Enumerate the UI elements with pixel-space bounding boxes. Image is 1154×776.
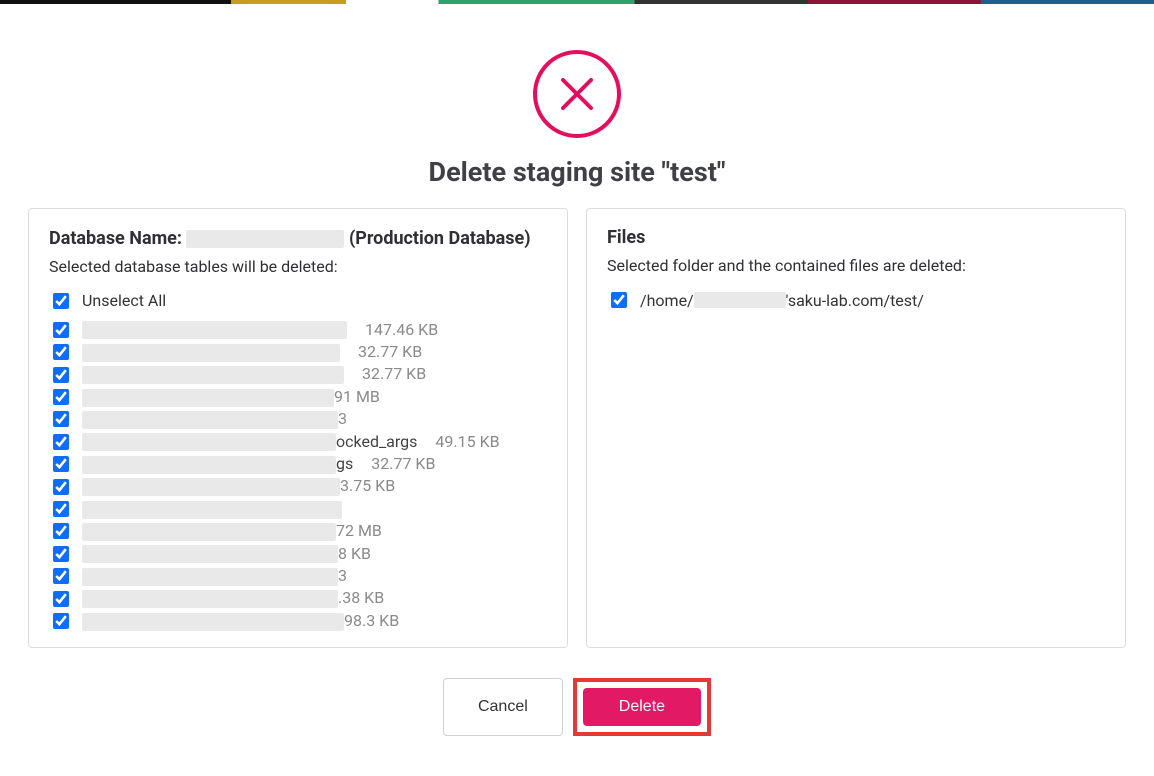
table-checkbox[interactable]: [53, 591, 69, 607]
table-row: 3: [49, 408, 547, 430]
dialog-actions: Cancel Delete: [28, 678, 1126, 736]
table-row: [49, 498, 547, 520]
table-checkbox[interactable]: [53, 411, 69, 427]
table-row: 8 KB: [49, 543, 547, 565]
table-row: 3.75 KB: [49, 475, 547, 497]
redacted-db-name: [186, 230, 344, 248]
table-name-visible-part: ocked_args: [336, 432, 417, 451]
table-checkbox[interactable]: [53, 546, 69, 562]
redacted-table-name: [82, 433, 336, 451]
table-checkbox[interactable]: [53, 322, 69, 338]
table-name: 3: [82, 408, 347, 430]
delete-button[interactable]: Delete: [583, 688, 701, 726]
database-sub-label: Selected database tables will be deleted…: [49, 257, 547, 276]
table-row: gs 32.77 KB: [49, 453, 547, 475]
database-panel[interactable]: Database Name: (Production Database) Sel…: [28, 208, 568, 648]
table-name: [82, 498, 342, 520]
table-name: [82, 341, 340, 363]
table-checkbox[interactable]: [53, 479, 69, 495]
redacted-table-name: [82, 411, 338, 429]
redacted-table-name: [82, 389, 334, 407]
table-size: 147.46 KB: [365, 319, 438, 341]
table-name: .38 KB: [82, 587, 384, 609]
table-row: 3: [49, 565, 547, 587]
redacted-table-name: [82, 568, 338, 586]
table-checkbox[interactable]: [53, 367, 69, 383]
files-title: Files: [607, 227, 1105, 248]
table-row: 98.3 KB: [49, 610, 547, 632]
redacted-table-name: [82, 523, 336, 541]
table-name: 98.3 KB: [82, 610, 399, 632]
unselect-all-label: Unselect All: [82, 290, 166, 312]
table-name: 3.75 KB: [82, 475, 395, 497]
table-name-visible-part: 91 MB: [334, 387, 380, 406]
table-checkbox[interactable]: [53, 501, 69, 517]
table-checkbox[interactable]: [53, 613, 69, 629]
file-path-suffix: 'saku-lab.com/test/: [786, 291, 924, 310]
delete-button-highlight: Delete: [573, 678, 711, 736]
redacted-table-name: [82, 366, 344, 384]
unselect-all-checkbox[interactable]: [53, 293, 69, 309]
delete-staging-dialog: Delete staging site "test" Database Name…: [0, 4, 1154, 776]
database-name-suffix: (Production Database): [349, 228, 531, 249]
table-name: 3: [82, 565, 347, 587]
redacted-table-name: [82, 344, 340, 362]
table-name: 8 KB: [82, 543, 371, 565]
files-panel: Files Selected folder and the contained …: [586, 208, 1126, 648]
file-row: /home/ 'saku-lab.com/test/: [607, 289, 1105, 311]
table-row: 91 MB: [49, 386, 547, 408]
redacted-table-name: [82, 545, 338, 563]
redacted-table-name: [82, 613, 344, 631]
table-name: [82, 319, 347, 341]
dialog-title: Delete staging site "test": [28, 156, 1126, 188]
table-name-visible-part: 3: [338, 566, 347, 585]
table-checkbox[interactable]: [53, 568, 69, 584]
table-row: 32.77 KB: [49, 341, 547, 363]
table-name-visible-part: .38 KB: [338, 588, 384, 607]
table-checkbox[interactable]: [53, 344, 69, 360]
table-size: 32.77 KB: [362, 363, 426, 385]
table-checkbox[interactable]: [53, 456, 69, 472]
table-name: 72 MB: [82, 520, 382, 542]
table-row: 72 MB: [49, 520, 547, 542]
redacted-path-segment: [694, 292, 786, 308]
table-size: 49.15 KB: [435, 431, 499, 453]
error-icon-wrap: [28, 50, 1126, 138]
table-checkbox[interactable]: [53, 389, 69, 405]
table-name-visible-part: 98.3 KB: [344, 611, 399, 630]
file-path: /home/ 'saku-lab.com/test/: [640, 291, 924, 310]
table-row: 32.77 KB: [49, 363, 547, 385]
database-name-label: Database Name:: [49, 228, 182, 249]
file-path-prefix: /home/: [640, 291, 694, 310]
table-size: 32.77 KB: [358, 341, 422, 363]
table-row: 147.46 KB: [49, 319, 547, 341]
redacted-table-name: [82, 321, 347, 339]
redacted-table-name: [82, 478, 340, 496]
database-table-list: Unselect All 147.46 KB32.77 KB32.77 KB91…: [49, 290, 547, 632]
unselect-all-row: Unselect All: [49, 290, 547, 312]
redacted-table-name: [82, 501, 342, 519]
table-checkbox[interactable]: [53, 434, 69, 450]
redacted-table-name: [82, 590, 338, 608]
table-size: 32.77 KB: [371, 453, 435, 475]
cancel-button[interactable]: Cancel: [443, 678, 563, 736]
table-name-visible-part: 72 MB: [336, 521, 382, 540]
table-name: ocked_args: [82, 431, 417, 453]
table-checkbox[interactable]: [53, 523, 69, 539]
table-name-visible-part: gs: [336, 454, 353, 473]
table-name-visible-part: 3.75 KB: [340, 476, 395, 495]
files-sub-label: Selected folder and the contained files …: [607, 256, 1105, 275]
table-name: gs: [82, 453, 353, 475]
table-name: 91 MB: [82, 386, 380, 408]
table-name: [82, 363, 344, 385]
database-name-header: Database Name: (Production Database): [49, 227, 547, 251]
table-name-visible-part: 3: [338, 409, 347, 428]
table-row: ocked_args 49.15 KB: [49, 431, 547, 453]
table-name-visible-part: 8 KB: [338, 544, 371, 563]
table-row: .38 KB: [49, 587, 547, 609]
file-checkbox[interactable]: [611, 292, 627, 308]
redacted-table-name: [82, 456, 336, 474]
x-circle-icon: [533, 50, 621, 138]
